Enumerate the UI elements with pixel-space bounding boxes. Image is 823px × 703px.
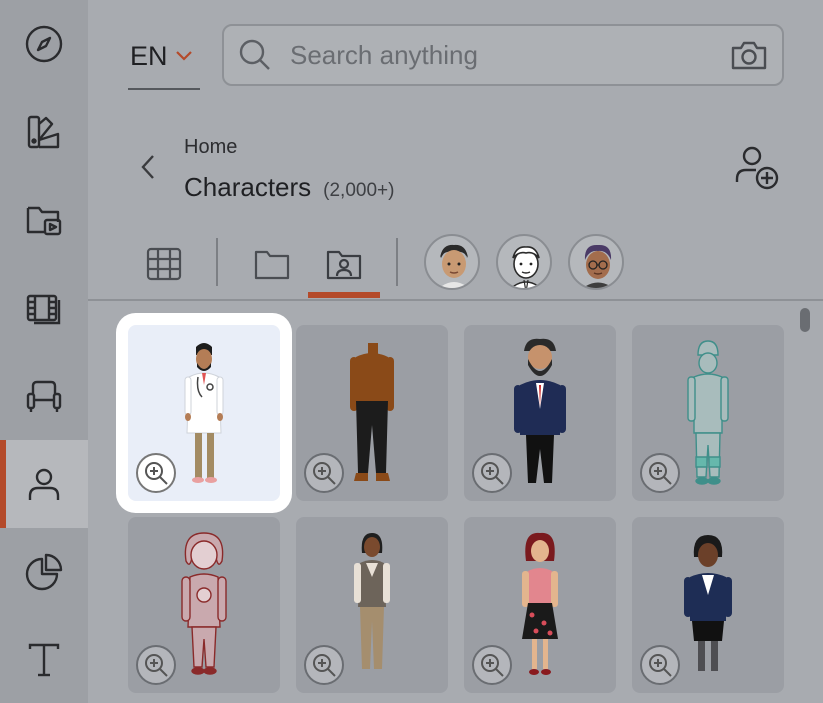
tabs-underline [88, 299, 823, 301]
tab-character-folder[interactable] [308, 230, 380, 298]
avatar-style-2[interactable] [496, 234, 552, 290]
avatar-style-3[interactable] [568, 234, 624, 290]
zoom-button[interactable] [640, 453, 680, 493]
scrollbar-thumb[interactable] [800, 308, 810, 332]
character-grid [88, 302, 823, 703]
character-card-doctor[interactable] [128, 325, 280, 501]
item-count: (2,000+) [323, 180, 395, 201]
character-card-outline-worker[interactable] [632, 325, 784, 501]
main-panel: EN Home Characters (2,000+) [88, 0, 823, 703]
back-chevron-icon[interactable] [136, 152, 160, 182]
sidebar-item-explore[interactable] [0, 0, 88, 88]
person-folder-icon [326, 250, 362, 280]
language-selector[interactable]: EN [128, 24, 200, 90]
page-title-row: Characters (2,000+) [184, 172, 394, 203]
character-card-woman-vest[interactable] [296, 517, 448, 693]
person-icon [28, 468, 60, 500]
search-input[interactable] [272, 39, 730, 71]
character-card-woman-blazer[interactable] [632, 517, 784, 693]
zoom-button[interactable] [136, 645, 176, 685]
zoom-in-icon [481, 654, 504, 677]
category-tabs [88, 230, 823, 300]
sidebar-item-text[interactable] [0, 616, 88, 703]
zoom-in-icon [481, 462, 504, 485]
text-icon [28, 643, 60, 677]
media-folder-icon [26, 206, 62, 236]
zoom-in-icon [649, 654, 672, 677]
sidebar-item-charts[interactable] [0, 528, 88, 616]
character-card-outline-girl[interactable] [128, 517, 280, 693]
zoom-button[interactable] [640, 645, 680, 685]
zoom-button[interactable] [136, 453, 176, 493]
avatar-outline-face-icon [512, 246, 540, 288]
avatar-face-icon [440, 244, 468, 288]
avatar-glasses-face-icon [584, 244, 612, 288]
armchair-icon [26, 380, 62, 412]
breadcrumb-home[interactable]: Home [184, 136, 237, 159]
palette-icon [27, 115, 60, 149]
tab-grid[interactable] [138, 230, 190, 298]
camera-icon[interactable] [730, 38, 768, 72]
sidebar-item-characters[interactable] [0, 440, 88, 528]
chevron-down-icon [175, 51, 192, 61]
tab-divider [396, 238, 398, 286]
tab-divider [216, 238, 218, 286]
zoom-in-icon [145, 654, 168, 677]
folder-icon [254, 250, 290, 280]
zoom-button[interactable] [472, 453, 512, 493]
language-label: EN [130, 40, 168, 71]
search-icon [239, 39, 270, 70]
compass-icon [25, 25, 63, 63]
scrollbar-track[interactable] [800, 306, 812, 703]
zoom-in-icon [313, 654, 336, 677]
character-card-bearded-businessman[interactable] [464, 325, 616, 501]
search-box[interactable] [222, 24, 784, 86]
character-card-woman-floral-skirt[interactable] [464, 517, 616, 693]
pie-chart-icon [25, 553, 63, 591]
zoom-in-icon [313, 462, 336, 485]
character-card-blank-body[interactable] [296, 325, 448, 501]
zoom-button[interactable] [304, 453, 344, 493]
film-icon [26, 294, 61, 325]
sidebar-item-media[interactable] [0, 176, 88, 264]
tab-folder[interactable] [246, 230, 298, 298]
sidebar [0, 0, 88, 703]
grid-icon [146, 247, 182, 281]
avatar-style-1[interactable] [424, 234, 480, 290]
zoom-button[interactable] [304, 645, 344, 685]
sidebar-item-templates[interactable] [0, 88, 88, 176]
zoom-button[interactable] [472, 645, 512, 685]
sidebar-item-props[interactable] [0, 352, 88, 440]
zoom-in-icon [145, 462, 168, 485]
page-title: Characters [184, 172, 312, 202]
add-character-icon[interactable] [732, 142, 784, 194]
zoom-in-icon [649, 462, 672, 485]
sidebar-item-scenes[interactable] [0, 264, 88, 352]
